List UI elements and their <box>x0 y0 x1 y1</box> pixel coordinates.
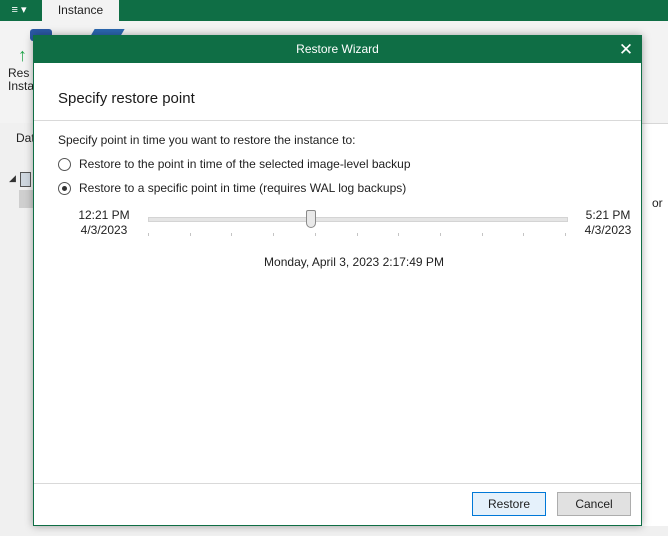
range-end-date: 4/3/2023 <box>584 223 632 237</box>
instruction-text: Specify point in time you want to restor… <box>58 133 356 147</box>
option-image-level-backup[interactable]: Restore to the point in time of the sele… <box>58 157 411 171</box>
slider-tick <box>481 233 483 236</box>
slider-thumb[interactable] <box>306 210 317 228</box>
footer-divider <box>34 483 641 484</box>
main-menu-button[interactable]: ≡ ▾ <box>0 0 38 21</box>
step-title: Specify restore point <box>58 90 195 107</box>
radio-image-level-backup[interactable] <box>58 157 71 171</box>
header-divider <box>34 120 641 121</box>
slider-tick <box>314 233 316 236</box>
dialog-titlebar: Restore Wizard ✕ <box>34 36 641 63</box>
option-image-level-backup-label: Restore to the point in time of the sele… <box>79 157 411 171</box>
app-top-bar: ≡ ▾ Instance <box>0 0 668 22</box>
restore-arrow-icon: ↑ <box>18 45 27 65</box>
navigation-pane-label: Dat <box>16 131 35 145</box>
range-end-time: 5:21 PM <box>585 208 631 222</box>
range-start-date: 4/3/2023 <box>80 223 128 237</box>
slider-tick <box>565 233 566 236</box>
background-text-fragment: or <box>652 196 663 210</box>
status-strip <box>0 526 668 536</box>
slider-tick <box>439 233 441 236</box>
server-icon <box>20 172 31 187</box>
restore-point-slider[interactable] <box>148 210 568 240</box>
dialog-title: Restore Wizard <box>296 42 379 56</box>
tree-selected-item[interactable] <box>19 190 34 208</box>
option-specific-point-in-time-label: Restore to a specific point in time (req… <box>79 181 407 195</box>
close-icon[interactable]: ✕ <box>611 36 641 63</box>
slider-tick <box>189 233 191 236</box>
option-specific-point-in-time[interactable]: Restore to a specific point in time (req… <box>58 181 406 195</box>
slider-tick <box>231 233 233 236</box>
slider-tick <box>523 233 525 236</box>
slider-tick <box>356 233 358 236</box>
selected-restore-time: Monday, April 3, 2023 2:17:49 PM <box>264 255 444 269</box>
radio-specific-point-in-time[interactable] <box>58 181 71 195</box>
range-start: 12:21 PM 4/3/2023 <box>78 208 130 238</box>
slider-track[interactable] <box>148 217 568 222</box>
slider-tick <box>273 233 275 236</box>
slider-tick <box>148 233 149 236</box>
range-start-time: 12:21 PM <box>78 208 130 222</box>
tab-instance[interactable]: Instance <box>42 0 119 22</box>
range-end: 5:21 PM 4/3/2023 <box>582 208 634 238</box>
restore-wizard-dialog: Restore Wizard ✕ Specify restore point S… <box>33 35 642 526</box>
slider-tick <box>398 233 400 236</box>
restore-button[interactable]: Restore <box>472 492 546 516</box>
tree-expand-icon[interactable]: ◢ <box>9 173 16 184</box>
cancel-button[interactable]: Cancel <box>557 492 631 516</box>
